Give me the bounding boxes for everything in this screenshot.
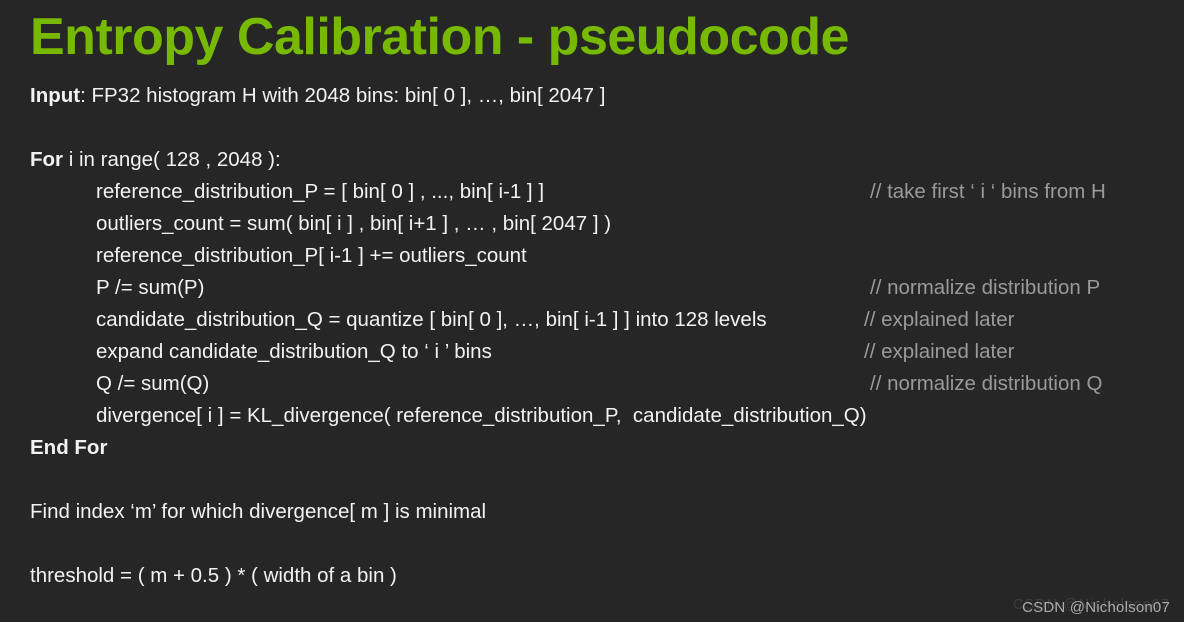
code-line: expand candidate_distribution_Q to ‘ i ’… xyxy=(0,336,1184,368)
page-title: Entropy Calibration - pseudocode xyxy=(30,8,849,66)
code-line: reference_distribution_P = [ bin[ 0 ] , … xyxy=(0,176,1184,208)
code-line-text: expand candidate_distribution_Q to ‘ i ’… xyxy=(96,340,492,363)
code-line: reference_distribution_P[ i-1 ] += outli… xyxy=(0,240,1184,272)
pseudocode-block: Input: FP32 histogram H with 2048 bins: … xyxy=(0,80,1184,592)
code-line-comment: // explained later xyxy=(864,340,1015,363)
code-line-text: Q /= sum(Q) xyxy=(96,372,210,395)
slide-canvas: Entropy Calibration - pseudocode Input: … xyxy=(0,0,1184,622)
code-line: divergence[ i ] = KL_divergence( referen… xyxy=(0,400,1184,432)
code-line: Input: FP32 histogram H with 2048 bins: … xyxy=(0,80,1184,112)
code-line: Q /= sum(Q) // normalize distribution Q xyxy=(0,368,1184,400)
watermark: CSDN @Nicholson07 xyxy=(1022,599,1170,616)
code-line: Find index ‘m’ for which divergence[ m ]… xyxy=(0,496,1184,528)
code-line-text: Find index ‘m’ for which divergence[ m ]… xyxy=(30,500,487,523)
code-line-text: P /= sum(P) xyxy=(96,276,205,299)
code-line: End For xyxy=(0,432,1184,464)
code-line-comment: // explained later xyxy=(864,308,1015,331)
code-line-text: outliers_count = sum( bin[ i ] , bin[ i+… xyxy=(96,212,612,235)
code-line: For i in range( 128 , 2048 ): xyxy=(0,144,1184,176)
code-line: candidate_distribution_Q = quantize [ bi… xyxy=(0,304,1184,336)
code-line: outliers_count = sum( bin[ i ] , bin[ i+… xyxy=(0,208,1184,240)
code-line-comment: // normalize distribution P xyxy=(870,276,1101,299)
keyword-input: Input xyxy=(30,84,81,107)
code-line-comment: // normalize distribution Q xyxy=(870,372,1103,395)
code-line-comment: // take first ‘ i ‘ bins from H xyxy=(870,180,1106,203)
code-line-text: For i in range( 128 , 2048 ): xyxy=(30,144,281,176)
code-line-text: threshold = ( m + 0.5 ) * ( width of a b… xyxy=(30,564,397,587)
code-line-text: End For xyxy=(30,436,108,459)
code-line-rest: : FP32 histogram H with 2048 bins: bin[ … xyxy=(80,84,606,107)
keyword-for: For xyxy=(30,148,64,171)
code-line-text: reference_distribution_P[ i-1 ] += outli… xyxy=(96,244,527,267)
code-line-text: candidate_distribution_Q = quantize [ bi… xyxy=(96,308,767,331)
code-line-rest: i in range( 128 , 2048 ): xyxy=(63,148,281,171)
code-line: P /= sum(P) // normalize distribution P xyxy=(0,272,1184,304)
code-line-text: divergence[ i ] = KL_divergence( referen… xyxy=(96,404,867,427)
code-line-text: reference_distribution_P = [ bin[ 0 ] , … xyxy=(96,180,545,203)
code-line-text: Input: FP32 histogram H with 2048 bins: … xyxy=(30,80,605,112)
code-line: threshold = ( m + 0.5 ) * ( width of a b… xyxy=(0,560,1184,592)
